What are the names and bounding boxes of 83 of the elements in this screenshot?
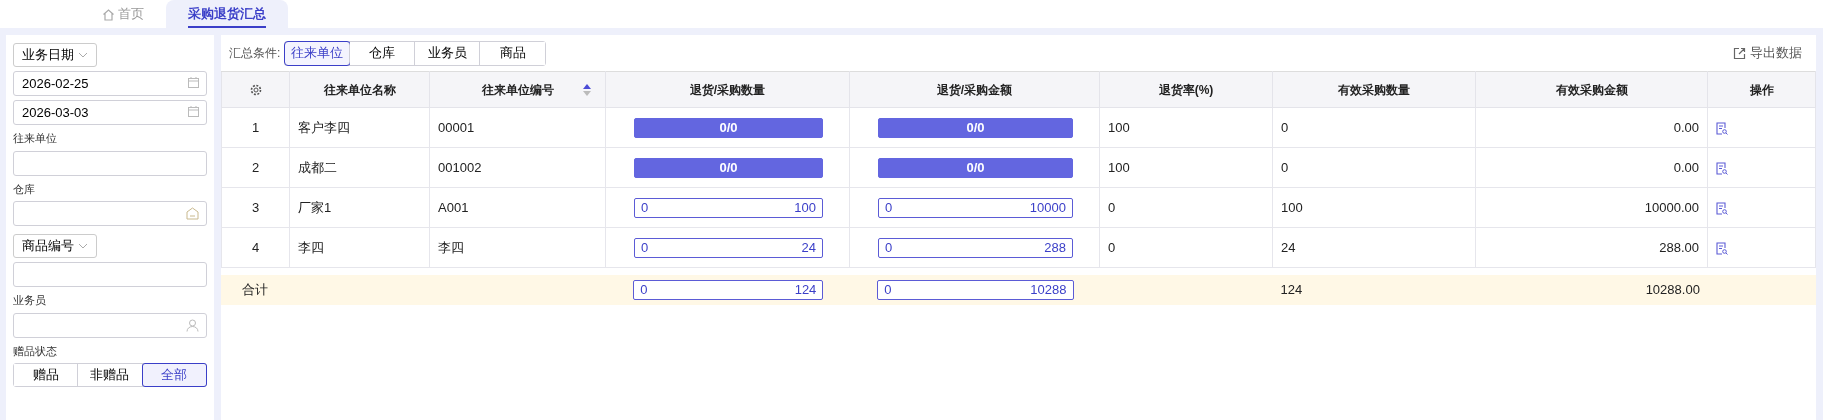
bar-label: 0 — [885, 198, 893, 217]
calendar-icon — [188, 106, 199, 117]
group-option[interactable]: 仓库 — [350, 41, 416, 65]
table-cell: 李四 — [429, 227, 606, 268]
table-cell: 0.00 — [1475, 147, 1708, 188]
table-cell: 10000.00 — [1475, 187, 1708, 228]
toolbar-label: 汇总条件: — [229, 45, 281, 62]
bar-label: 288 — [1044, 238, 1066, 257]
bar-label: 124 — [794, 281, 817, 300]
input-field[interactable] — [13, 312, 207, 338]
table-cell: 100 — [1099, 147, 1273, 188]
table-cell: 100 — [1272, 187, 1476, 228]
table-cell: 成都二 — [289, 147, 430, 188]
table-cell: 合计 — [221, 275, 290, 305]
bar-label: 10288 — [1030, 281, 1067, 300]
document-search-icon — [1716, 201, 1728, 215]
table-cell: 100 — [1099, 107, 1273, 148]
header-cell: 退货/采购数量 — [605, 71, 850, 108]
bar-label: 0 — [640, 281, 648, 300]
header-cell: 有效采购数量 — [1272, 71, 1476, 108]
field-label: 业务员 — [13, 293, 47, 308]
table-cell: 0 — [1099, 187, 1273, 228]
table-cell: 288.00 — [1475, 227, 1708, 268]
document-search-icon — [1716, 161, 1728, 175]
person-icon — [186, 318, 199, 332]
table-cell: 00001 — [429, 107, 606, 148]
chevron-down-icon — [78, 243, 88, 249]
segment-button[interactable]: 赠品 — [14, 364, 79, 386]
bar-label: 0 — [641, 198, 649, 217]
table-cell: 2 — [221, 147, 290, 188]
ratio-bar: 0/0 — [878, 117, 1073, 138]
table-cell: 客户李四 — [289, 107, 430, 148]
bar-label: 100 — [794, 198, 816, 217]
table-cell: 0 — [1099, 227, 1273, 268]
table-cell: 3 — [221, 187, 290, 228]
table-cell: 0 — [1272, 147, 1476, 188]
field-label: 赠品状态 — [13, 343, 58, 359]
bar-label: 0 — [885, 238, 893, 257]
export-button[interactable]: 导出数据 — [1727, 42, 1808, 64]
ratio-bar: 0/0 — [878, 157, 1073, 178]
home-icon — [102, 7, 115, 21]
bar-label: 10000 — [1029, 198, 1066, 217]
table-cell: 厂家1 — [289, 187, 430, 228]
bar-label: 0 — [884, 281, 892, 300]
bar-label: 0 — [641, 238, 649, 257]
chevron-down-icon — [78, 52, 88, 58]
table-cell: 001002 — [429, 147, 606, 188]
group-option[interactable]: 往来单位 — [285, 41, 351, 65]
dropdown[interactable]: 业务日期 — [13, 43, 97, 67]
date-field[interactable]: 2026-02-25 — [13, 71, 207, 96]
export-icon — [1733, 46, 1746, 60]
table-cell: 李四 — [289, 227, 430, 268]
document-search-icon — [1716, 241, 1728, 255]
header-cell: 有效采购金额 — [1475, 71, 1708, 108]
table-cell: 10288.00 — [1475, 275, 1708, 305]
table-cell: 1 — [221, 107, 290, 148]
table-cell: 24 — [1272, 227, 1476, 268]
segment-button[interactable]: 全部 — [142, 364, 206, 386]
table-cell: 4 — [221, 227, 290, 268]
header-cell: 往来单位编号 — [429, 71, 606, 108]
header-cell: 退货率(%) — [1099, 71, 1273, 108]
table-cell: 0 — [1272, 107, 1476, 148]
table-cell: A001 — [429, 187, 606, 228]
date-field[interactable]: 2026-03-03 — [13, 100, 207, 125]
tab[interactable]: 采购退货汇总 — [166, 0, 288, 28]
field-label: 仓库 — [13, 181, 36, 197]
document-search-icon — [1716, 121, 1728, 135]
table-cell: 0.00 — [1475, 107, 1708, 148]
calendar-icon — [188, 77, 199, 88]
dropdown[interactable]: 商品编号 — [13, 234, 97, 258]
input-field[interactable] — [13, 262, 207, 287]
bar-label: 24 — [801, 238, 816, 257]
input-field[interactable] — [13, 150, 207, 176]
warehouse-icon — [186, 207, 199, 220]
header-cell: 退货/采购金额 — [849, 71, 1100, 108]
header-cell: 往来单位名称 — [289, 71, 430, 108]
input-field[interactable] — [13, 201, 207, 226]
table-cell: 124 — [1272, 275, 1476, 305]
field-label: 往来单位 — [13, 131, 58, 146]
ratio-bar: 0/0 — [634, 117, 823, 138]
header-cell: 操作 — [1707, 71, 1816, 108]
ratio-bar: 0/0 — [634, 157, 823, 178]
settings-icon — [249, 84, 262, 97]
